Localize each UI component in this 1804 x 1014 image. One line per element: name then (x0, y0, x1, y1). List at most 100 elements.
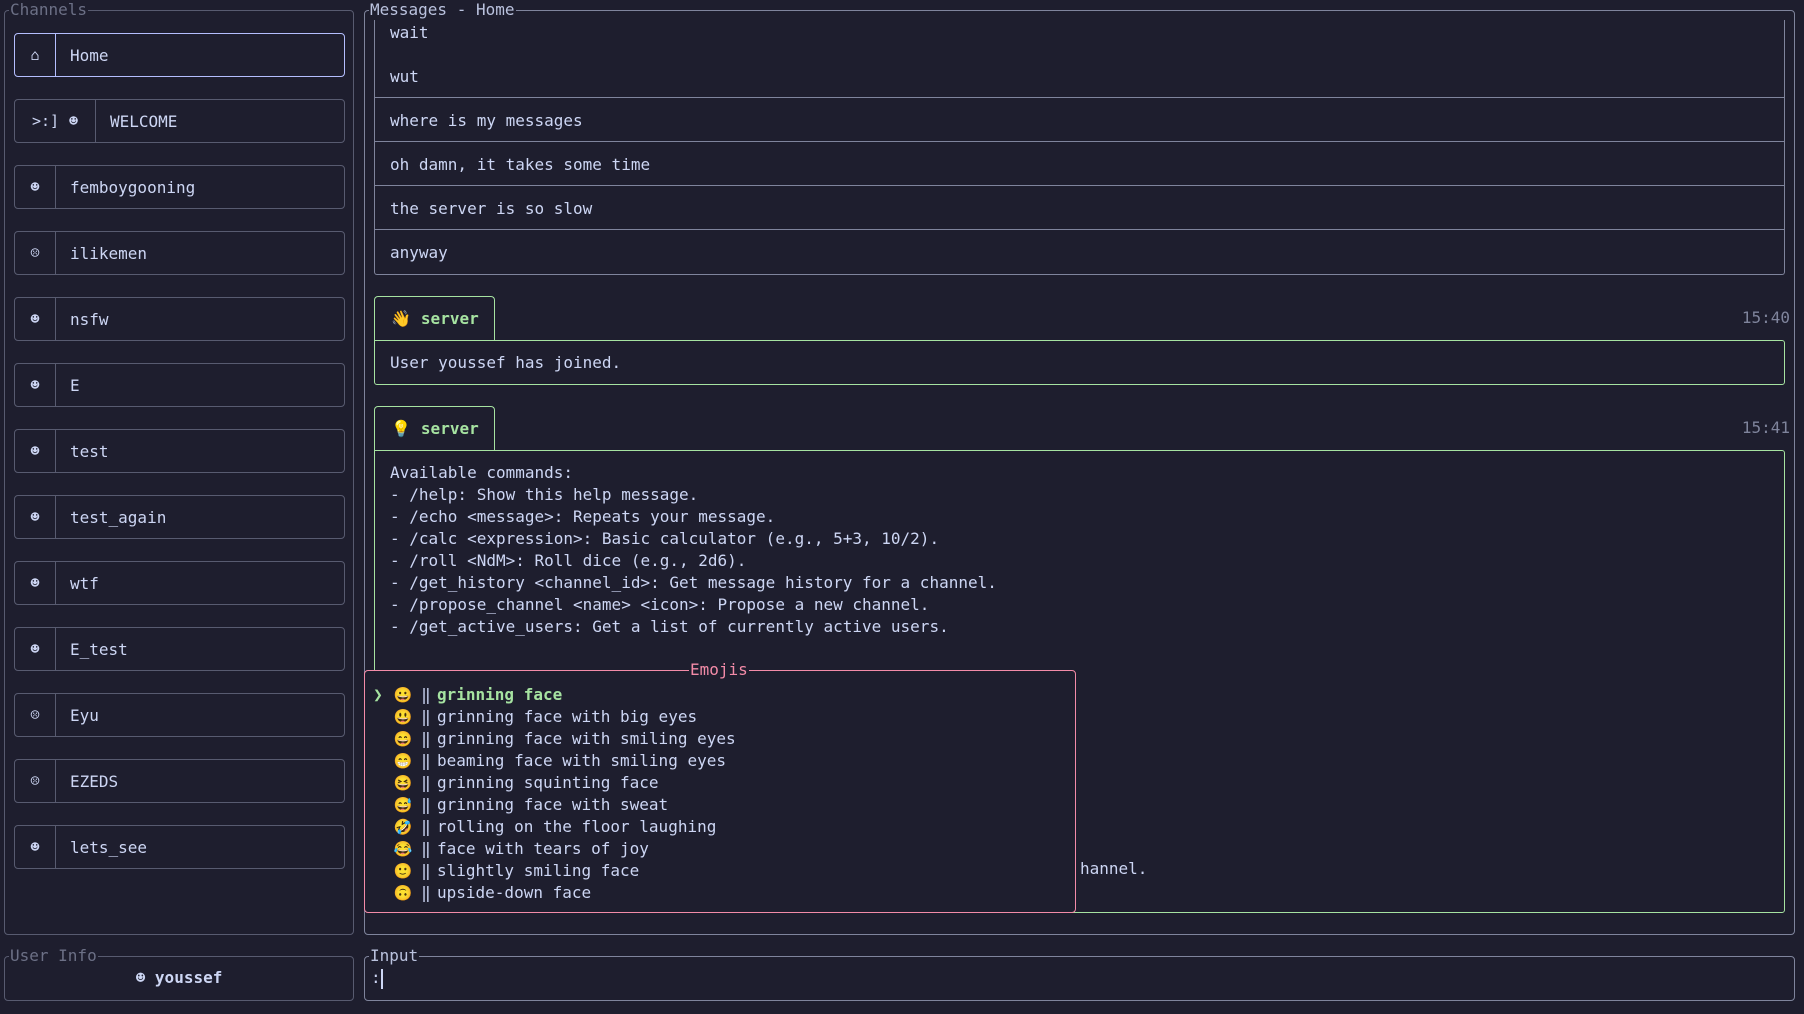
emoji-name: grinning face (437, 685, 563, 704)
channel-item[interactable]: ☻ lets_see (14, 825, 345, 869)
emoji-glyph: 😀 (393, 686, 413, 704)
channel-glyph: ☹ (30, 772, 40, 790)
channel-glyph: ⌂ (30, 46, 40, 64)
channel-glyph: ☻ (30, 178, 40, 196)
smile-icon: ☻ (15, 496, 56, 538)
emoji-name: grinning squinting face (437, 773, 659, 792)
smile-icon: ☻ (15, 166, 56, 208)
emoji-option[interactable]: 😃 ‖ grinning face with big eyes (365, 706, 697, 728)
divider (374, 97, 1785, 98)
user-avatar-icon: ☻ (135, 968, 146, 987)
emoji-name: rolling on the floor laughing (437, 817, 717, 836)
message-text: wait (390, 23, 429, 42)
channel-item[interactable]: ☻ nsfw (14, 297, 345, 341)
emoji-option[interactable]: 😂 ‖ face with tears of joy (365, 838, 649, 860)
channel-label: ilikemen (70, 243, 148, 263)
channel-glyph: ☹ (30, 244, 40, 262)
channel-item[interactable]: ☻ femboygooning (14, 165, 345, 209)
help-line: - /echo <message>: Repeats your message. (390, 507, 776, 526)
emoji-glyph: 🙃 (393, 884, 413, 902)
help-line: - /help: Show this help message. (390, 485, 699, 504)
channel-item[interactable]: ☻ E_test (14, 627, 345, 671)
channel-glyph: ☻ (30, 508, 40, 526)
message-text: User youssef has joined. (390, 353, 622, 372)
channel-label: Home (70, 45, 109, 65)
smile-icon: ☹ (15, 760, 56, 802)
channel-item[interactable]: ☻ wtf (14, 561, 345, 605)
channel-glyph: ☻ (30, 640, 40, 658)
emoji-glyph: 😄 (393, 730, 413, 748)
message-text: wut (390, 67, 419, 86)
channel-label: E (70, 375, 80, 395)
messages-title: Messages - Home (369, 0, 516, 20)
username: youssef (154, 968, 223, 987)
channel-glyph: ☻ (30, 310, 40, 328)
emoji-name: beaming face with smiling eyes (437, 751, 726, 770)
channel-glyph: ☻ (69, 112, 79, 130)
help-line: - /get_active_users: Get a list of curre… (390, 617, 949, 636)
author-name: server (420, 419, 479, 438)
wave-icon: 👋 (391, 309, 411, 328)
channel-prefix: >:] (31, 112, 60, 130)
channel-glyph: ☻ (30, 442, 40, 460)
channel-label: Eyu (70, 705, 99, 725)
help-line: Available commands: (390, 463, 574, 482)
smile-icon: ☹ (15, 232, 56, 274)
message-group (374, 20, 1785, 275)
emoji-option[interactable]: 😄 ‖ grinning face with smiling eyes (365, 728, 736, 750)
channel-label: test_again (70, 507, 167, 527)
emoji-glyph: 😁 (393, 752, 413, 770)
emoji-option[interactable]: ❯ 😀 ‖ grinning face (365, 684, 562, 706)
message-time: 15:41 (1741, 418, 1790, 437)
separator: ‖ (421, 685, 431, 704)
channel-item[interactable]: ⌂ Home (14, 33, 345, 77)
separator: ‖ (421, 729, 431, 748)
channel-label: wtf (70, 573, 99, 593)
channel-label: femboygooning (70, 177, 196, 197)
separator: ‖ (421, 751, 431, 770)
divider (374, 185, 1785, 186)
emoji-name: face with tears of joy (437, 839, 649, 858)
help-line: - /calc <expression>: Basic calculator (… (390, 529, 940, 548)
emoji-picker[interactable]: Emojis ❯ 😀 ‖ grinning face 😃 ‖ grinning face w… (364, 660, 1076, 913)
emoji-option[interactable]: 🤣 ‖ rolling on the floor laughing (365, 816, 717, 838)
text-cursor (380, 968, 383, 989)
smile-icon: ☻ (15, 562, 56, 604)
message-input[interactable]: : (371, 968, 383, 989)
help-line: - /propose_channel <name> <icon>: Propos… (390, 595, 930, 614)
smile-icon: ☻ (15, 364, 56, 406)
channel-item[interactable]: ☻ test_again (14, 495, 345, 539)
user-info-title: User Info (9, 946, 98, 966)
emoji-option[interactable]: 🙃 ‖ upside-down face (365, 882, 591, 904)
message-text: anyway (390, 243, 448, 262)
emoji-option[interactable]: 😆 ‖ grinning squinting face (365, 772, 659, 794)
channel-item[interactable]: ☹ EZEDS (14, 759, 345, 803)
smile-icon: ☻ (15, 628, 56, 670)
message-text: oh damn, it takes some time (390, 155, 651, 174)
input-panel: Input : (364, 946, 1795, 1001)
help-line: - /roll <NdM>: Roll dice (e.g., 2d6). (390, 551, 747, 570)
separator: ‖ (421, 839, 431, 858)
emoji-name: grinning face with sweat (437, 795, 669, 814)
emoji-option[interactable]: 😅 ‖ grinning face with sweat (365, 794, 669, 816)
channel-item[interactable]: ☻ E (14, 363, 345, 407)
emoji-picker-title: Emojis (689, 660, 749, 680)
channel-glyph: ☻ (30, 838, 40, 856)
separator: ‖ (421, 883, 431, 902)
channel-item[interactable]: ☻ test (14, 429, 345, 473)
message-text: hannel. (1080, 859, 1148, 878)
channel-label: WELCOME (110, 111, 178, 131)
separator: ‖ (421, 795, 431, 814)
channel-item[interactable]: ☹ Eyu (14, 693, 345, 737)
selection-caret-icon: ❯ (373, 685, 383, 704)
channel-item[interactable]: ☹ ilikemen (14, 231, 345, 275)
emoji-name: grinning face with big eyes (437, 707, 698, 726)
emoji-option[interactable]: 😁 ‖ beaming face with smiling eyes (365, 750, 726, 772)
channel-label: lets_see (70, 837, 148, 857)
smile-icon: >:] ☻ (15, 100, 96, 142)
emoji-glyph: 🙂 (393, 862, 413, 880)
emoji-option[interactable]: 🙂 ‖ slightly smiling face (365, 860, 640, 882)
divider (374, 141, 1785, 142)
channel-glyph: ☻ (30, 376, 40, 394)
channel-item[interactable]: >:] ☻ WELCOME (14, 99, 345, 143)
